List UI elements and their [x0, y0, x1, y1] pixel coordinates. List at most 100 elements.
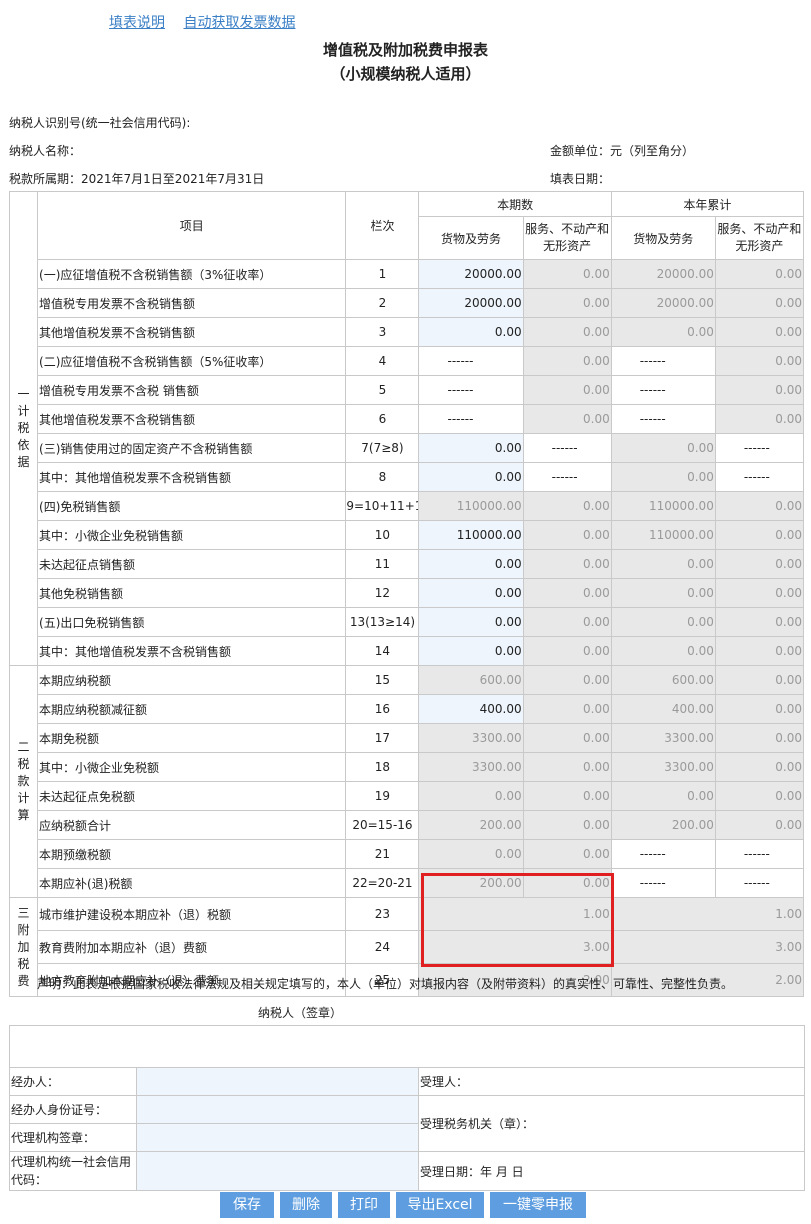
agency-seal-input[interactable] [136, 1123, 419, 1152]
print-button[interactable]: 打印 [338, 1192, 390, 1218]
cell-current-services: 0.00 [522, 549, 612, 579]
header-goods-current: 货物及劳务 [418, 216, 524, 260]
save-button[interactable]: 保存 [220, 1192, 274, 1218]
row-item-label: (一)应征增值税不含税销售额（3%征收率） [37, 259, 347, 289]
table-row: (三)销售使用过的固定资产不含税销售额 7(7≥8) 0.00 ------ 0.00-… [10, 433, 805, 463]
cell-current-services: 0.00 [522, 288, 612, 318]
cell-current-goods[interactable]: 0.00 [418, 636, 524, 666]
cell-ytd-services: 0.00 [714, 259, 805, 289]
cell-current-goods: 200.00 [418, 868, 524, 898]
cell-ytd-goods: 0.00 [610, 433, 716, 463]
cell-ytd-services: 0.00 [714, 288, 805, 318]
delete-button[interactable]: 删除 [280, 1192, 332, 1218]
cell-ytd-services: ------ [714, 462, 805, 492]
table-row: 增值税专用发票不含税 销售额 5 ------ 0.00 ------ 0.00 [10, 375, 805, 405]
export-excel-button[interactable]: 导出Excel [396, 1192, 484, 1218]
row-item-label: 本期应补(退)税额 [37, 868, 347, 898]
cell-current-total: 3.00 [418, 930, 612, 964]
receiver-label: 受理人： [417, 1067, 806, 1096]
row-lanci: 23 [345, 897, 420, 931]
row-lanci: 9=10+11+12 [345, 491, 420, 521]
cell-current-services: 0.00 [522, 636, 612, 666]
auto-invoice-link[interactable]: 自动获取发票数据 [183, 15, 295, 31]
cell-current-goods[interactable]: 400.00 [418, 694, 524, 724]
table-row: 其中：小微企业免税额 18 3300.00 0.00 3300.00 0.00 [10, 752, 805, 782]
cell-ytd-services: 0.00 [714, 549, 805, 579]
cell-current-services: 0.00 [522, 839, 612, 869]
handler-input[interactable] [136, 1067, 419, 1096]
cell-ytd-goods: 110000.00 [610, 491, 716, 521]
table-row: 其中：其他增值税发票不含税销售额 8 0.00 ------ 0.00 ------ [10, 462, 805, 492]
cell-current-goods[interactable]: 20000.00 [418, 288, 524, 318]
row-item-label: (三)销售使用过的固定资产不含税销售额 [37, 433, 347, 463]
cell-ytd-services: 0.00 [714, 781, 805, 811]
table-row: (四)免税销售额9=10+11+12110000.000.00110000.00… [10, 491, 805, 521]
cell-ytd-goods: ------ [610, 375, 716, 405]
top-links: 填表说明 自动获取发票数据 [109, 12, 309, 32]
row-item-label: 本期预缴税额 [37, 839, 347, 869]
row-lanci: 20=15-16 [345, 810, 420, 840]
header-services-ytd: 服务、不动产和无形资产 [714, 216, 805, 260]
row-item-label: (二)应征增值税不含税销售额（5%征收率） [37, 346, 347, 376]
cell-current-services: ------ [522, 433, 612, 463]
cell-current-services: 0.00 [522, 694, 612, 724]
handler-id-input[interactable] [136, 1095, 419, 1124]
cell-current-goods: 3300.00 [418, 723, 524, 753]
row-lanci: 12 [345, 578, 420, 608]
table-row: (一)应征增值税不含税销售额（3%征收率） 1 20000.00 0.00 20000.… [10, 259, 805, 289]
cell-ytd-goods: 200.00 [610, 810, 716, 840]
row-item-label: 未达起征点免税额 [37, 781, 347, 811]
cell-ytd-goods: 110000.00 [610, 520, 716, 550]
cell-ytd-services: 0.00 [714, 346, 805, 376]
cell-ytd-services: 0.00 [714, 665, 805, 695]
table-row: 本期免税额 17 3300.00 0.00 3300.00 0.00 [10, 723, 805, 753]
cell-current-goods: 600.00 [418, 665, 524, 695]
cell-ytd-services: 0.00 [714, 607, 805, 637]
cell-current-services: 0.00 [522, 578, 612, 608]
cell-ytd-goods: 3300.00 [610, 723, 716, 753]
row-item-label: (五)出口免税销售额 [37, 607, 347, 637]
cell-ytd-services: 0.00 [714, 491, 805, 521]
row-lanci: 11 [345, 549, 420, 579]
header-lanci: 栏次 [345, 191, 420, 260]
cell-current-services: 0.00 [522, 375, 612, 405]
row-lanci: 5 [345, 375, 420, 405]
row-item-label: 其他免税销售额 [37, 578, 347, 608]
zero-declare-button[interactable]: 一键零申报 [490, 1192, 586, 1218]
agency-code-input[interactable] [136, 1151, 419, 1191]
cell-current-services: 0.00 [522, 259, 612, 289]
header-ytd: 本年累计 [610, 191, 805, 217]
row-item-label: 应纳税额合计 [37, 810, 347, 840]
row-item-label: 其中：小微企业免税额 [37, 752, 347, 782]
row-lanci: 13(13≥14) [345, 607, 420, 637]
row-lanci: 24 [345, 930, 420, 964]
cell-current-goods[interactable]: 0.00 [418, 317, 524, 347]
cell-ytd-services: 0.00 [714, 317, 805, 347]
cell-current-services: ------ [522, 462, 612, 492]
cell-current-goods[interactable]: 0.00 [418, 433, 524, 463]
cell-current-goods[interactable]: 20000.00 [418, 259, 524, 289]
cell-current-services: 0.00 [522, 520, 612, 550]
row-lanci: 15 [345, 665, 420, 695]
instructions-link[interactable]: 填表说明 [109, 15, 165, 31]
table-row: 三附加税费城市维护建设税本期应补（退）税额 23 1.00 1.00 [8, 897, 805, 997]
row-lanci: 22=20-21 [345, 868, 420, 898]
cell-current-goods: ------ [418, 375, 524, 405]
table-row: 应纳税额合计 20=15-16 200.00 0.00 200.00 0.00 [10, 810, 805, 840]
row-item-label: (四)免税销售额 [37, 491, 347, 521]
table-row: 其中：小微企业免税销售额 10 110000.00 0.00 110000.00 0.00 [10, 520, 805, 550]
cell-ytd-goods: 600.00 [610, 665, 716, 695]
cell-current-goods[interactable]: 110000.00 [418, 520, 524, 550]
table-row: 本期预缴税额 21 0.00 0.00 ------ ------ [10, 839, 805, 869]
cell-ytd-goods: ------ [610, 868, 716, 898]
cell-current-goods[interactable]: 0.00 [418, 549, 524, 579]
row-item-label: 增值税专用发票不含税销售额 [37, 288, 347, 318]
cell-ytd-goods: 0.00 [610, 607, 716, 637]
cell-ytd-goods: 0.00 [610, 549, 716, 579]
cell-current-services: 0.00 [522, 491, 612, 521]
tax-period: 税款所属期：2021年7月1日至2021年7月31日 [9, 172, 265, 186]
cell-current-goods[interactable]: 0.00 [418, 462, 524, 492]
table-row: 教育费附加本期应补（退）费额 24 3.00 3.00 [10, 930, 805, 964]
cell-current-goods[interactable]: 0.00 [418, 607, 524, 637]
cell-current-goods[interactable]: 0.00 [418, 578, 524, 608]
